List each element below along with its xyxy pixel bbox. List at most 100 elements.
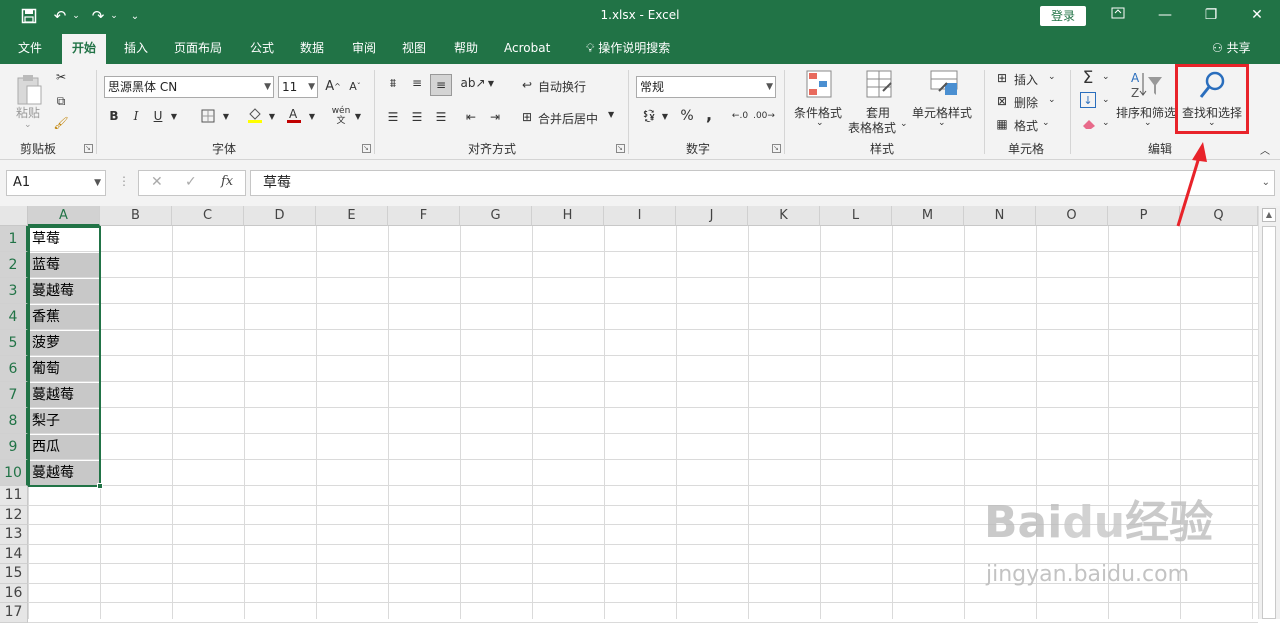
sort-filter-icon[interactable]: AZ xyxy=(1128,68,1164,102)
cell-styles-icon[interactable] xyxy=(928,68,960,100)
column-header-i[interactable]: I xyxy=(604,206,676,226)
accounting-format-icon[interactable]: 💱︎ xyxy=(638,106,660,126)
format-painter-icon[interactable]: 🖌︎ xyxy=(52,114,70,132)
fill-color-dropdown-icon[interactable]: ▼ xyxy=(266,106,278,126)
column-header-b[interactable]: B xyxy=(100,206,172,226)
number-launcher-icon[interactable]: ↘ xyxy=(772,144,781,153)
autosum-dropdown-icon[interactable]: ⌄ xyxy=(1102,72,1110,82)
column-header-k[interactable]: K xyxy=(748,206,820,226)
phonetic-dropdown-icon[interactable]: ▼ xyxy=(352,106,364,126)
row-header-11[interactable]: 11 xyxy=(0,486,28,506)
minimize-icon[interactable]: — xyxy=(1153,4,1177,26)
decrease-indent-icon[interactable]: ⇤ xyxy=(462,108,480,126)
phonetic-guide-icon[interactable]: wén 文 xyxy=(330,104,352,128)
insert-cells-icon[interactable]: ⊞ xyxy=(994,70,1010,86)
column-header-h[interactable]: H xyxy=(532,206,604,226)
increase-font-icon[interactable]: A ^ xyxy=(324,76,342,96)
login-button[interactable]: 登录 xyxy=(1040,6,1086,26)
wrap-text-icon[interactable]: ↩ xyxy=(518,76,536,94)
fill-handle[interactable] xyxy=(97,483,103,489)
clear-eraser-icon[interactable] xyxy=(1080,116,1098,132)
cell-styles-dropdown-icon[interactable]: ⌄ xyxy=(938,118,946,128)
align-center-icon[interactable]: ☰ xyxy=(408,108,426,126)
align-left-icon[interactable]: ☰ xyxy=(384,108,402,126)
bold-button[interactable]: B xyxy=(106,106,122,126)
conditional-dropdown-icon[interactable]: ⌄ xyxy=(816,118,824,128)
insert-dropdown-icon[interactable]: ⌄ xyxy=(1048,72,1056,82)
conditional-format-icon[interactable] xyxy=(804,68,834,100)
column-header-d[interactable]: D xyxy=(244,206,316,226)
name-box[interactable]: A1 ▼ xyxy=(6,170,106,196)
worksheet-grid[interactable]: ABCDEFGHIJKLMNOPQ 1 草莓 2 蓝莓 3 蔓越莓 4 香蕉 5 菠萝 6 葡萄 7 蔓越… xyxy=(0,206,1280,623)
font-name-combo[interactable]: 思源黑体 CN ▼ xyxy=(104,76,274,98)
row-header-13[interactable]: 13 xyxy=(0,525,28,545)
select-all-corner[interactable] xyxy=(0,206,28,226)
increase-decimal-icon[interactable]: ←.0 xyxy=(730,106,750,126)
accounting-dropdown-icon[interactable]: ▼ xyxy=(660,106,670,126)
column-header-e[interactable]: E xyxy=(316,206,388,226)
row-header-3[interactable]: 3 xyxy=(0,278,28,304)
decrease-decimal-icon[interactable]: .00→ xyxy=(753,106,775,126)
font-color-icon[interactable]: A xyxy=(284,104,304,126)
font-size-combo[interactable]: 11 ▼ xyxy=(278,76,318,98)
orientation-dropdown-icon[interactable]: ▼ xyxy=(486,74,496,92)
tab-data[interactable]: 数据 xyxy=(290,32,334,64)
underline-dropdown-icon[interactable]: ▼ xyxy=(168,106,180,126)
merge-center-button[interactable]: 合并后居中 xyxy=(538,110,598,127)
tab-acrobat[interactable]: Acrobat xyxy=(494,32,560,64)
format-as-table-line2[interactable]: 表格格式 xyxy=(848,119,896,136)
scroll-up-icon[interactable]: ▲ xyxy=(1262,208,1276,222)
row-header-15[interactable]: 15 xyxy=(0,564,28,584)
tab-home[interactable]: 开始 xyxy=(62,34,107,64)
fill-down-icon[interactable]: ↓ xyxy=(1080,92,1096,108)
ribbon-display-options-icon[interactable] xyxy=(1106,4,1130,26)
vertical-scrollbar[interactable]: ▲ xyxy=(1258,206,1280,619)
font-color-dropdown-icon[interactable]: ▼ xyxy=(306,106,318,126)
share-button[interactable]: ⚇ 共享 xyxy=(1202,32,1261,64)
clear-dropdown-icon[interactable]: ⌄ xyxy=(1102,118,1110,128)
number-format-combo[interactable]: 常规 ▼ xyxy=(636,76,776,98)
align-right-icon[interactable]: ☰ xyxy=(432,108,450,126)
fill-color-icon[interactable] xyxy=(244,104,266,126)
delete-cells-icon[interactable]: ⊠ xyxy=(994,93,1010,109)
delete-dropdown-icon[interactable]: ⌄ xyxy=(1048,95,1056,105)
alignment-launcher-icon[interactable]: ↘ xyxy=(616,144,625,153)
row-header-6[interactable]: 6 xyxy=(0,356,28,382)
align-middle-icon[interactable]: ≡ xyxy=(408,74,426,92)
tab-formulas[interactable]: 公式 xyxy=(240,32,284,64)
column-header-p[interactable]: P xyxy=(1108,206,1180,226)
row-header-8[interactable]: 8 xyxy=(0,408,28,434)
row-header-9[interactable]: 9 xyxy=(0,434,28,460)
align-top-icon[interactable]: ⩩ xyxy=(384,74,402,92)
column-header-l[interactable]: L xyxy=(820,206,892,226)
formula-input[interactable]: 草莓 ⌄ xyxy=(250,170,1275,196)
column-header-g[interactable]: G xyxy=(460,206,532,226)
row-header-2[interactable]: 2 xyxy=(0,252,28,278)
wrap-text-button[interactable]: 自动换行 xyxy=(538,78,586,95)
restore-icon[interactable]: ❐ xyxy=(1199,4,1223,26)
autosum-icon[interactable]: Σ xyxy=(1078,68,1098,88)
format-dropdown-icon[interactable]: ⌄ xyxy=(1042,118,1050,128)
column-header-o[interactable]: O xyxy=(1036,206,1108,226)
format-as-table-icon[interactable] xyxy=(864,68,894,100)
tab-insert[interactable]: 插入 xyxy=(114,32,158,64)
column-header-c[interactable]: C xyxy=(172,206,244,226)
column-header-q[interactable]: Q xyxy=(1180,206,1258,226)
column-header-j[interactable]: J xyxy=(676,206,748,226)
row-header-17[interactable]: 17 xyxy=(0,603,28,623)
expand-formula-bar-icon[interactable]: ⌄ xyxy=(1262,171,1270,195)
font-launcher-icon[interactable]: ↘ xyxy=(362,144,371,153)
paste-dropdown-icon[interactable]: ⌄ xyxy=(24,120,32,130)
underline-button[interactable]: U xyxy=(150,106,166,126)
row-header-16[interactable]: 16 xyxy=(0,583,28,603)
row-header-10[interactable]: 10 xyxy=(0,460,28,486)
paste-button-label[interactable]: 粘贴 xyxy=(16,104,40,121)
orientation-icon[interactable]: ab↗ xyxy=(460,74,485,92)
merge-center-icon[interactable]: ⊞ xyxy=(518,108,536,126)
scroll-thumb[interactable] xyxy=(1262,226,1276,619)
comma-button[interactable]: , xyxy=(700,104,718,124)
clipboard-launcher-icon[interactable]: ↘ xyxy=(84,144,93,153)
row-header-5[interactable]: 5 xyxy=(0,330,28,356)
fill-dropdown-icon[interactable]: ⌄ xyxy=(1102,95,1110,105)
italic-button[interactable]: I xyxy=(128,106,144,126)
